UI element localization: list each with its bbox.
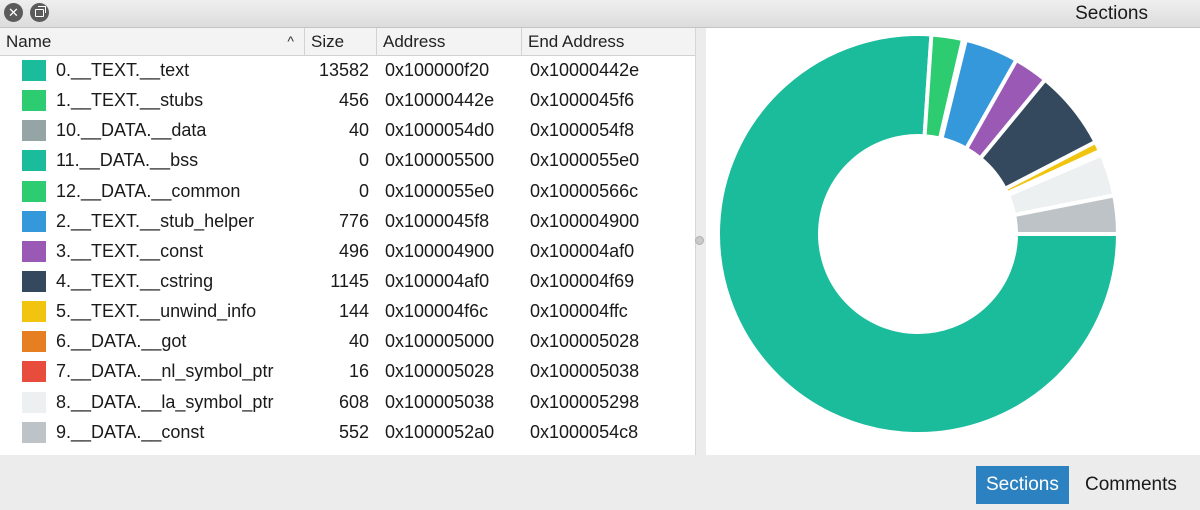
section-name: 12.__DATA.__common — [56, 180, 241, 201]
section-end-address: 0x100005028 — [530, 331, 640, 352]
sort-ascending-icon: ^ — [287, 33, 294, 49]
table-row[interactable]: 4.__TEXT.__cstring 1145 0x100004af0 0x10000… — [0, 266, 695, 296]
section-size: 552 — [338, 421, 369, 442]
section-size: 16 — [348, 361, 369, 382]
section-end-address: 0x1000054f8 — [530, 120, 635, 141]
section-address: 0x100000f20 — [385, 60, 490, 80]
section-name: 3.__TEXT.__const — [56, 240, 204, 261]
splitter-handle[interactable] — [695, 236, 704, 245]
color-swatch — [22, 331, 46, 353]
section-end-address: 0x100005038 — [530, 361, 640, 382]
table-row[interactable]: 9.__DATA.__const 552 0x1000052a0 0x1000054c… — [0, 417, 695, 447]
section-end-address: 0x100005298 — [530, 391, 640, 412]
tab-sections[interactable]: Sections — [976, 466, 1069, 504]
table-row[interactable]: 8.__DATA.__la_symbol_ptr 608 0x100005038 0x… — [0, 387, 695, 417]
column-header-address[interactable]: Address — [377, 28, 522, 55]
table-row[interactable]: 6.__DATA.__got 40 0x100005000 0x100005028 — [0, 326, 695, 356]
color-swatch — [22, 210, 46, 232]
table-row[interactable]: 1.__TEXT.__stubs 456 0x10000442e 0x1000045f… — [0, 85, 695, 115]
section-size: 1145 — [330, 270, 369, 291]
table-row[interactable]: 10.__DATA.__data 40 0x1000054d0 0x1000054f8 — [0, 115, 695, 145]
section-name: 2.__TEXT.__stub_helper — [56, 210, 255, 231]
color-swatch — [22, 301, 46, 323]
section-name: 0.__TEXT.__text — [56, 60, 190, 80]
section-end-address: 0x10000566c — [530, 180, 639, 201]
section-address: 0x1000052a0 — [385, 421, 495, 442]
table-body: 0.__TEXT.__text 13582 0x100000f20 0x1000044… — [0, 55, 695, 447]
color-swatch — [22, 150, 46, 172]
section-end-address: 0x100004ffc — [530, 301, 628, 322]
section-address: 0x100004900 — [385, 240, 495, 261]
section-address: 0x100004f6c — [385, 301, 489, 322]
color-swatch — [22, 421, 46, 443]
section-end-address: 0x1000045f6 — [530, 90, 635, 111]
section-address: 0x100005000 — [385, 331, 495, 352]
color-swatch — [22, 361, 46, 383]
section-address: 0x100005038 — [385, 391, 495, 412]
section-end-address: 0x100004900 — [530, 210, 640, 231]
donut-svg — [716, 32, 1121, 436]
table-row[interactable]: 3.__TEXT.__const 496 0x100004900 0x100004af… — [0, 236, 695, 266]
section-end-address: 0x1000055e0 — [530, 150, 640, 171]
table-row[interactable]: 0.__TEXT.__text 13582 0x100000f20 0x1000044… — [0, 55, 695, 85]
section-name: 8.__DATA.__la_symbol_ptr — [56, 391, 274, 412]
color-swatch — [22, 391, 46, 413]
bottom-tab-bar: Sections Comments — [0, 455, 1200, 510]
column-header-end-address[interactable]: End Address — [522, 28, 695, 55]
section-size: 0 — [358, 150, 369, 171]
section-name: 6.__DATA.__got — [56, 331, 187, 352]
table-row[interactable]: 7.__DATA.__nl_symbol_ptr 16 0x100005028 0x1… — [0, 356, 695, 386]
section-name: 4.__TEXT.__cstring — [56, 270, 214, 291]
sections-donut-chart — [706, 28, 1200, 455]
section-size: 40 — [348, 120, 369, 141]
section-name: 7.__DATA.__nl_symbol_ptr — [56, 361, 274, 382]
section-address: 0x100005028 — [385, 361, 495, 382]
color-swatch — [22, 270, 46, 292]
section-end-address: 0x100004f69 — [530, 270, 635, 291]
section-name: 9.__DATA.__const — [56, 421, 205, 442]
section-size: 608 — [338, 391, 369, 412]
color-swatch — [22, 180, 46, 202]
column-header-size[interactable]: Size — [305, 28, 377, 55]
section-size: 456 — [338, 90, 369, 111]
section-name: 10.__DATA.__data — [56, 120, 207, 141]
section-size: 496 — [338, 240, 369, 261]
section-address: 0x100005500 — [385, 150, 495, 171]
table-row[interactable]: 2.__TEXT.__stub_helper 776 0x1000045f8 0x10… — [0, 206, 695, 236]
close-icon[interactable]: ✕ — [4, 3, 23, 22]
table-row[interactable]: 12.__DATA.__common 0 0x1000055e0 0x10000566… — [0, 176, 695, 206]
section-address: 0x1000055e0 — [385, 180, 495, 201]
section-size: 13582 — [318, 60, 369, 80]
color-swatch — [22, 240, 46, 262]
table-row[interactable]: 11.__DATA.__bss 0 0x100005500 0x1000055e0 — [0, 145, 695, 175]
section-address: 0x10000442e — [385, 90, 495, 111]
sections-table: Name ^ Size Address End Address 0.__TEXT… — [0, 28, 696, 455]
section-name: 5.__TEXT.__unwind_info — [56, 301, 257, 322]
section-address: 0x1000054d0 — [385, 120, 495, 141]
color-swatch — [22, 90, 46, 112]
column-header-name[interactable]: Name ^ — [0, 28, 305, 55]
section-name: 1.__TEXT.__stubs — [56, 90, 204, 111]
window-title: Sections — [1075, 3, 1148, 24]
table-row[interactable]: 5.__TEXT.__unwind_info 144 0x100004f6c 0x10… — [0, 296, 695, 326]
section-end-address: 0x10000442e — [530, 60, 640, 80]
section-size: 40 — [348, 331, 369, 352]
section-end-address: 0x100004af0 — [530, 240, 635, 261]
column-header-name-label: Name — [6, 32, 52, 51]
section-end-address: 0x1000054c8 — [530, 421, 639, 442]
section-address: 0x1000045f8 — [385, 210, 490, 231]
section-name: 11.__DATA.__bss — [56, 150, 199, 171]
section-size: 776 — [338, 210, 369, 231]
tab-comments[interactable]: Comments — [1075, 466, 1187, 504]
table-header: Name ^ Size Address End Address — [0, 28, 695, 56]
float-window-icon[interactable] — [30, 3, 49, 22]
section-size: 144 — [338, 301, 369, 322]
title-bar: ✕ Sections — [0, 0, 1200, 28]
color-swatch — [22, 120, 46, 142]
section-size: 0 — [358, 180, 369, 201]
section-address: 0x100004af0 — [385, 270, 490, 291]
color-swatch — [22, 60, 46, 81]
